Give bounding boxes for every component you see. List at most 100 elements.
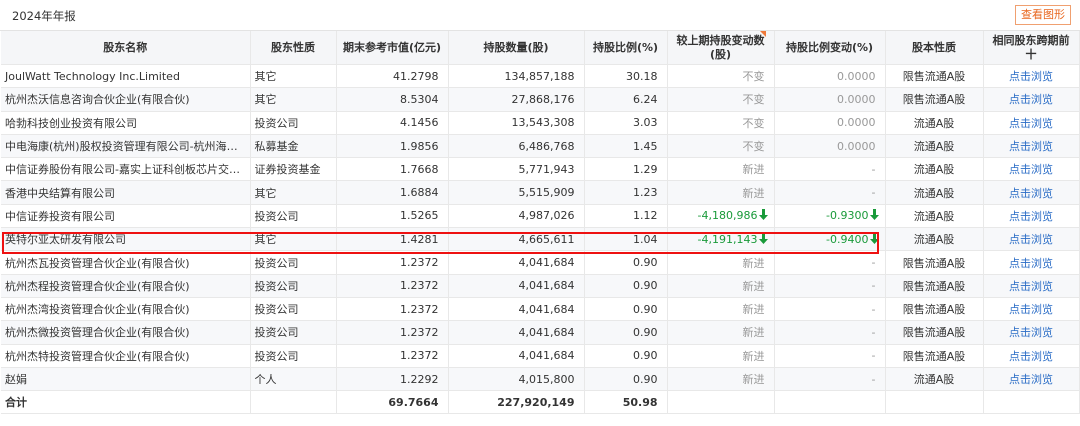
cell-change: 新进 — [667, 320, 775, 345]
view-chart-button[interactable]: 查看图形 — [1015, 5, 1071, 25]
cell-link: 点击浏览 — [983, 367, 1080, 392]
cell-link: 点击浏览 — [983, 111, 1080, 135]
browse-link[interactable]: 点击浏览 — [1009, 303, 1053, 316]
cell-share-type: 限售流通A股 — [885, 344, 984, 368]
cell-shares: 27,868,176 — [448, 87, 585, 112]
col-header-type: 股东性质 — [250, 31, 337, 65]
cell-market-value: 1.2372 — [336, 344, 449, 368]
cell-ratio-change-value: - — [871, 279, 876, 293]
cell-change-value: 不变 — [742, 70, 765, 84]
cell-change-value: 不变 — [742, 116, 765, 130]
browse-link[interactable]: 点击浏览 — [1009, 350, 1053, 363]
cell-shareholder-name: 英特尔亚太研发有限公司 — [1, 227, 251, 252]
col-header-share-type: 股本性质 — [885, 31, 984, 65]
cell-change-value: 不变 — [742, 93, 765, 107]
cell-ratio-change: - — [774, 320, 886, 345]
cell-market-value: 8.5304 — [336, 87, 449, 112]
cell-market-value: 1.2372 — [336, 297, 449, 322]
cell-share-type: 流通A股 — [885, 204, 984, 229]
cell-ratio-change-value: -0.9400 — [826, 232, 869, 246]
table-row: JoulWatt Technology Inc.Limited 其它 41.2798… — [1, 64, 1080, 89]
browse-link[interactable]: 点击浏览 — [1009, 187, 1053, 200]
cell-change: 不变 — [667, 111, 775, 135]
cell-shareholder-name: 杭州杰微投资管理合伙企业(有限合伙) — [1, 320, 251, 345]
cell-change-value: 新进 — [742, 349, 765, 363]
cell-ratio: 1.23 — [584, 180, 668, 205]
cell-ratio-change: - — [774, 250, 886, 275]
cell-shares: 4,041,684 — [448, 320, 585, 345]
total-label: 合计 — [1, 390, 251, 415]
header-corner-flag — [760, 31, 766, 37]
browse-link[interactable]: 点击浏览 — [1009, 233, 1053, 246]
browse-link[interactable]: 点击浏览 — [1009, 140, 1053, 153]
cell-shareholder-name: 香港中央结算有限公司 — [1, 180, 251, 205]
col-header-ratio-change: 持股比例变动(%) — [774, 31, 886, 65]
browse-link[interactable]: 点击浏览 — [1009, 93, 1053, 106]
col-header-change: 较上期持股变动数(股) — [667, 31, 775, 65]
cell-ratio: 0.90 — [584, 367, 668, 392]
cell-link: 点击浏览 — [983, 204, 1080, 229]
cell-share-type: 限售流通A股 — [885, 250, 984, 275]
cell-change-value: -4,191,143 — [697, 232, 758, 246]
browse-link[interactable]: 点击浏览 — [1009, 373, 1053, 386]
cell-ratio: 1.12 — [584, 204, 668, 229]
total-shares: 227,920,149 — [448, 390, 585, 415]
browse-link[interactable]: 点击浏览 — [1009, 163, 1053, 176]
browse-link[interactable]: 点击浏览 — [1009, 210, 1053, 223]
cell-shareholder-type: 投资公司 — [250, 111, 337, 135]
section-header: 2024年年报 查看图形 — [0, 0, 1080, 31]
col-header-cross-period: 相同股东跨期前十 — [983, 31, 1080, 65]
cell-market-value: 1.6884 — [336, 180, 449, 205]
cell-change-value: -4,180,986 — [697, 209, 758, 223]
cell-change: 新进 — [667, 180, 775, 205]
cell-shareholder-name: 杭州杰沃信息咨询合伙企业(有限合伙) — [1, 87, 251, 112]
cell-ratio-change-value: 0.0000 — [837, 116, 876, 130]
cell-link: 点击浏览 — [983, 344, 1080, 368]
cell-link: 点击浏览 — [983, 274, 1080, 298]
cell-shareholder-type: 投资公司 — [250, 320, 337, 345]
browse-link[interactable]: 点击浏览 — [1009, 257, 1053, 270]
cell-link: 点击浏览 — [983, 320, 1080, 345]
cell-market-value: 41.2798 — [336, 64, 449, 89]
cell-ratio-change: - — [774, 274, 886, 298]
cell-market-value: 1.7668 — [336, 157, 449, 182]
cell-change-value: 新进 — [742, 163, 765, 177]
browse-link[interactable]: 点击浏览 — [1009, 326, 1053, 339]
cell-shareholder-type: 其它 — [250, 87, 337, 112]
total-row: 合计 69.7664 227,920,149 50.98 — [1, 390, 1080, 415]
cell-link: 点击浏览 — [983, 180, 1080, 205]
cell-ratio-change-value: - — [871, 349, 876, 363]
cell-ratio: 0.90 — [584, 320, 668, 345]
cell-shareholder-type: 私募基金 — [250, 134, 337, 159]
cell-change: -4,180,986 — [667, 204, 775, 229]
down-arrow-icon — [870, 209, 880, 222]
cell-link: 点击浏览 — [983, 134, 1080, 159]
browse-link[interactable]: 点击浏览 — [1009, 280, 1053, 293]
table-row: 杭州杰瓦投资管理合伙企业(有限合伙) 投资公司 1.2372 4,041,684 0.9… — [1, 250, 1080, 275]
cell-link: 点击浏览 — [983, 297, 1080, 322]
cell-change: 新进 — [667, 274, 775, 298]
cell-share-type: 限售流通A股 — [885, 87, 984, 112]
cell-market-value: 1.9856 — [336, 134, 449, 159]
cell-ratio-change-value: -0.9300 — [826, 209, 869, 223]
table-row: 英特尔亚太研发有限公司 其它 1.4281 4,665,611 1.04 -4,191,1… — [1, 227, 1080, 252]
cell-shares: 6,486,768 — [448, 134, 585, 159]
total-empty-cell — [250, 390, 337, 415]
cell-shareholder-type: 投资公司 — [250, 297, 337, 322]
cell-shareholder-name: 杭州杰特投资管理合伙企业(有限合伙) — [1, 344, 251, 368]
cell-market-value: 1.2372 — [336, 250, 449, 275]
cell-market-value: 1.5265 — [336, 204, 449, 229]
cell-ratio-change: 0.0000 — [774, 64, 886, 89]
cell-shareholder-name: 哈勃科技创业投资有限公司 — [1, 111, 251, 135]
cell-change-value: 新进 — [742, 303, 765, 317]
cell-ratio: 0.90 — [584, 344, 668, 368]
cell-ratio: 0.90 — [584, 274, 668, 298]
cell-shareholder-type: 其它 — [250, 180, 337, 205]
browse-link[interactable]: 点击浏览 — [1009, 117, 1053, 130]
down-arrow-icon — [870, 232, 880, 246]
browse-link[interactable]: 点击浏览 — [1009, 70, 1053, 83]
cell-ratio-change: - — [774, 297, 886, 322]
cell-shareholder-type: 其它 — [250, 64, 337, 89]
cell-ratio-change-value: - — [871, 302, 876, 316]
cell-ratio-change-value: - — [871, 372, 876, 386]
